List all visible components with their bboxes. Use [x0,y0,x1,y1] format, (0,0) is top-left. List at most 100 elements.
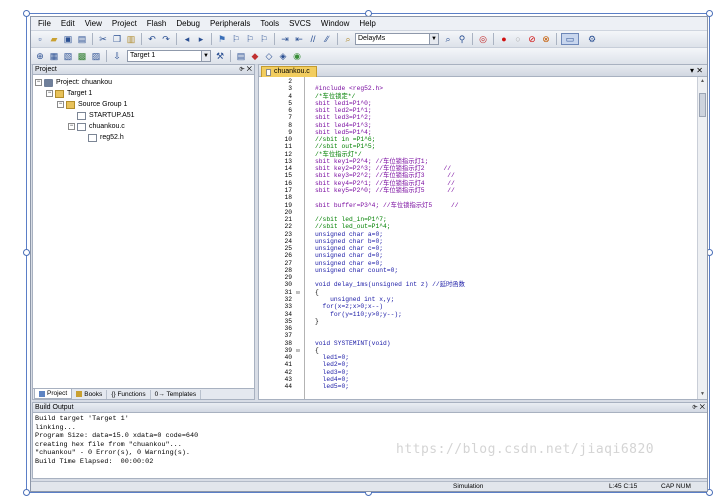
tree-item[interactable]: − Target 1 [35,88,254,99]
prev-bookmark-icon[interactable]: ⚐ [230,33,242,45]
fold-marker-icon[interactable] [292,274,304,281]
fold-marker-icon[interactable] [292,114,304,121]
fold-marker-icon[interactable] [292,354,304,361]
code-line[interactable]: 16 sbit key4=P2^1; //车位锁指示灯4 // [259,180,697,187]
code-line[interactable]: 23 unsigned char a=0; [259,231,697,238]
scroll-down-icon[interactable]: ▼ [698,390,707,399]
fold-marker-icon[interactable] [292,216,304,223]
editor-vertical-scrollbar[interactable]: ▲ ▼ [697,77,707,399]
resize-handle-middle-left[interactable] [23,249,30,256]
menu-debug[interactable]: Debug [171,17,205,31]
disable-breakpoint-icon[interactable]: ○ [512,33,524,45]
copy-icon[interactable]: ❐ [111,33,123,45]
paste-icon[interactable]: ▥ [125,33,137,45]
fold-marker-icon[interactable] [292,303,304,310]
tree-item[interactable]: reg52.h [35,132,254,143]
tree-item[interactable]: − chuankou.c [35,121,254,132]
fold-marker-icon[interactable] [292,383,304,390]
find-in-files-icon[interactable]: ⌕ [342,33,354,45]
menu-window[interactable]: Window [316,17,354,31]
pane-controls[interactable]: ⌱ ✕ [692,403,705,413]
save-all-icon[interactable]: ▤ [76,33,88,45]
indent-icon[interactable]: ⇥ [279,33,291,45]
fold-marker-icon[interactable] [292,143,304,150]
menu-view[interactable]: View [80,17,107,31]
code-line[interactable]: 31 ⊟ { [259,289,697,296]
fold-marker-icon[interactable] [292,129,304,136]
tab-chuankou-c[interactable]: chuankou.c [261,66,317,77]
save-icon[interactable]: ▣ [62,33,74,45]
fold-marker-icon[interactable] [292,93,304,100]
code-line[interactable]: 37 [259,332,697,339]
menu-file[interactable]: File [33,17,56,31]
code-line[interactable]: 17 sbit key5=P2^0; //车位锁指示灯5 // [259,187,697,194]
fold-marker-icon[interactable] [292,245,304,252]
fold-marker-icon[interactable] [292,202,304,209]
tree-item[interactable]: − Project: chuankou [35,77,254,88]
new-file-icon[interactable]: ▫ [34,33,46,45]
fold-marker-icon[interactable] [292,158,304,165]
unindent-icon[interactable]: ⇤ [293,33,305,45]
fold-marker-icon[interactable] [292,231,304,238]
fold-marker-icon[interactable] [292,267,304,274]
uncomment-icon[interactable]: ∕∕ [321,33,333,45]
code-line[interactable]: 15 sbit key3=P2^2; //车位锁指示灯3 // [259,172,697,179]
menu-svcs[interactable]: SVCS [284,17,316,31]
code-line[interactable]: 19 sbit buffer=P3^4; //车位锁指示灯5 // [259,202,697,209]
find-icon[interactable]: ⌕ [442,33,454,45]
fold-marker-icon[interactable] [292,369,304,376]
fold-marker-icon[interactable] [292,165,304,172]
open-file-icon[interactable]: ▰ [48,33,60,45]
fold-marker-icon[interactable] [292,325,304,332]
debug-session-icon[interactable]: ◎ [477,33,489,45]
tab-templates[interactable]: 0→ Templates [151,389,202,399]
code-line[interactable]: 25 unsigned char c=0; [259,245,697,252]
fold-marker-icon[interactable] [292,281,304,288]
menu-project[interactable]: Project [107,17,142,31]
tree-collapse-icon[interactable]: − [35,79,42,86]
fold-marker-icon[interactable] [292,260,304,267]
bookmark-icon[interactable]: ⚑ [216,33,228,45]
menu-help[interactable]: Help [354,17,380,31]
find-combo[interactable]: DelayMs ▼ [355,33,439,45]
fold-marker-icon[interactable] [292,223,304,230]
fold-marker-icon[interactable] [292,209,304,216]
menu-flash[interactable]: Flash [142,17,172,31]
fold-marker-icon[interactable] [292,340,304,347]
chevron-down-icon[interactable]: ▼ [429,34,438,44]
manage-components-icon[interactable]: ◆ [249,50,261,62]
tree-item[interactable]: − Source Group 1 [35,99,254,110]
resize-handle-top-left[interactable] [23,10,30,17]
code-line[interactable]: 26 unsigned char d=0; [259,252,697,259]
fold-marker-icon[interactable]: ⊟ [292,347,304,354]
breakpoint-icon[interactable]: ● [498,33,510,45]
kill-all-breakpoints-icon[interactable]: ⊗ [540,33,552,45]
code-line[interactable]: 35} [259,318,697,325]
code-line[interactable]: 24 unsigned char b=0; [259,238,697,245]
pack-installer-icon[interactable]: ◉ [291,50,303,62]
configure-icon[interactable]: ⚙ [586,33,598,45]
code-line[interactable]: 33 for(x=z;x>0;x--) [259,303,697,310]
fold-marker-icon[interactable] [292,107,304,114]
fold-marker-icon[interactable] [292,252,304,259]
fold-marker-icon[interactable]: ⊟ [292,289,304,296]
code-line[interactable]: 40 led1=0; [259,354,697,361]
fold-marker-icon[interactable] [292,296,304,303]
kill-breakpoints-icon[interactable]: ⊘ [526,33,538,45]
code-line[interactable]: 44 led5=0; [259,383,697,390]
menu-edit[interactable]: Edit [56,17,80,31]
build-icon[interactable]: ▦ [48,50,60,62]
code-line[interactable]: 7 sbit led3=P1^2; [259,114,697,121]
navigate-back-icon[interactable]: ◂ [181,33,193,45]
menu-tools[interactable]: Tools [255,17,284,31]
chevron-down-icon[interactable]: ▼ [201,51,210,61]
menu-peripherals[interactable]: Peripherals [205,17,255,31]
clear-bookmarks-icon[interactable]: ⚐ [258,33,270,45]
code-line[interactable]: 41 led2=0; [259,361,697,368]
code-line[interactable]: 11 //sbit out=P1^5; [259,143,697,150]
fold-marker-icon[interactable] [292,311,304,318]
tree-collapse-icon[interactable]: − [57,101,64,108]
scroll-thumb[interactable] [699,93,706,117]
code-line[interactable]: 32 unsigned int x,y; [259,296,697,303]
fold-marker-icon[interactable] [292,318,304,325]
